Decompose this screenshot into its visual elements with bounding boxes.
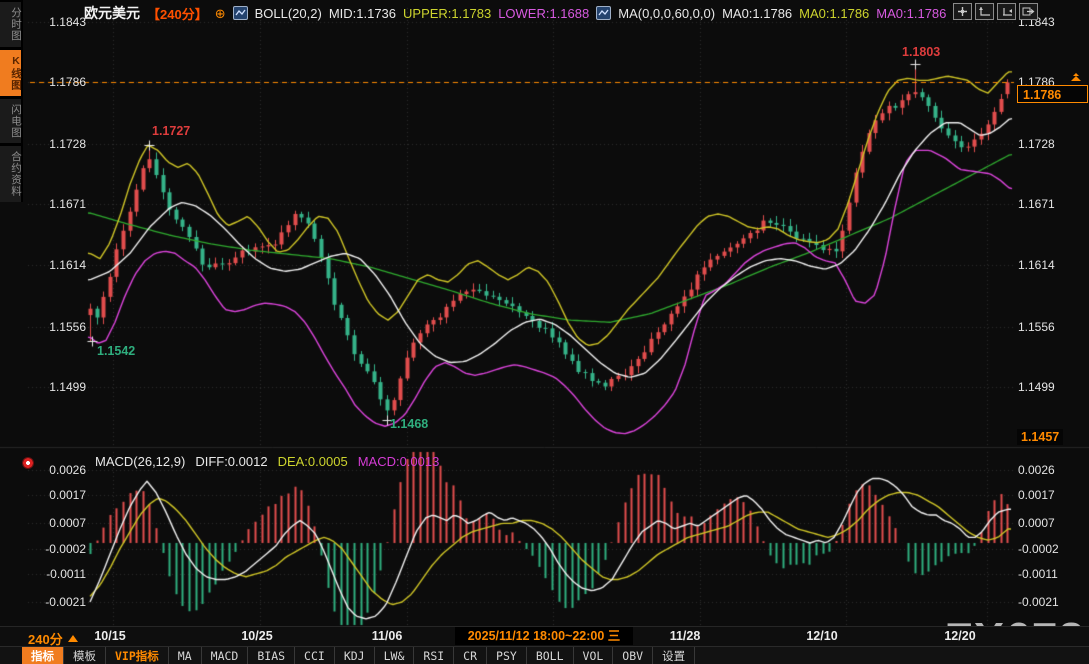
boll-upper-value: UPPER:1.1783 [403,6,491,21]
xaxis-tick-label: 10/15 [94,629,125,643]
indicator-toolbar: 指标模板VIP指标MAMACDBIASCCIKDJLW&RSICRPSYBOLL… [0,646,1089,664]
low-price-annotation: 1.1468 [390,417,428,431]
chart-app: 分时图 K线图闪电图合约资料 欧元美元 【240分】 ⊕ BOLL(20,2) M… [0,0,1089,664]
toolbar-item-14[interactable]: VOL [574,647,614,664]
macd-axis-label: -0.0002 [45,542,86,556]
selected-bar-time: 2025/11/12 18:00~22:00 三 [455,627,633,645]
ma0-value-3: MA0:1.1786 [876,6,946,21]
period-label: 【240分】 [147,4,208,23]
sidebar-tab-4[interactable]: 合约资料 [0,146,21,202]
price-chart-canvas[interactable] [0,0,1089,664]
macd-left-axis: 0.0026 0.0017 0.0007 -0.0002 -0.0011 -0.0021 [26,0,86,625]
toolbar-item-8[interactable]: KDJ [335,647,375,664]
xaxis-tick-label: 11/06 [372,629,403,643]
macd-axis-label: 0.0026 [1018,463,1055,477]
chart-toolbox [953,3,1038,20]
add-indicator-icon[interactable]: ⊕ [215,7,226,20]
ma0-value-2: MA0:1.1786 [799,6,869,21]
chart-header: 欧元美元 【240分】 ⊕ BOLL(20,2) MID:1.1736 UPPE… [84,3,946,23]
toolbar-item-16[interactable]: 设置 [653,647,695,664]
ma-label: MA(0,0,0,60,0,0) [618,6,715,21]
toolbar-item-12[interactable]: PSY [487,647,527,664]
xaxis-tick-label: 12/20 [944,629,975,643]
toolbar-item-7[interactable]: CCI [295,647,335,664]
sidebar-tab-3[interactable]: 闪电图 [0,99,21,144]
macd-axis-label: -0.0021 [1018,595,1059,609]
macd-header: MACD(26,12,9) DIFF:0.0012 DEA:0.0005 MAC… [95,454,439,469]
pane-export-icon[interactable] [1019,3,1038,20]
period-up-icon [68,635,78,642]
toolbar-item-9[interactable]: LW& [375,647,415,664]
toolbar-item-11[interactable]: CR [454,647,487,664]
macd-axis-label: 0.0026 [49,463,86,477]
low-price-annotation: 1.1542 [97,344,135,358]
toolbar-item-6[interactable]: BIAS [248,647,295,664]
macd-params-label: MACD(26,12,9) [95,454,185,469]
ma0-value-1: MA0:1.1786 [722,6,792,21]
toolbar-item-13[interactable]: BOLL [527,647,574,664]
high-price-annotation: 1.1803 [902,45,940,59]
macd-axis-label: 0.0017 [1018,488,1055,502]
sidebar-tab-2[interactable]: K线图 [0,50,21,96]
macd-axis-label: -0.0011 [46,567,86,581]
boll-mid-value: MID:1.1736 [329,6,396,21]
xaxis-tick-label: 12/10 [806,629,837,643]
sidebar-tab-1[interactable]: 分时图 [0,2,21,47]
toolbar-item-15[interactable]: OBV [613,647,653,664]
macd-axis-label: -0.0002 [1018,542,1059,556]
xaxis-tick-label: 10/25 [241,629,272,643]
toolbar-item-10[interactable]: RSI [414,647,454,664]
macd-axis-label: 0.0007 [49,516,86,530]
macd-dea-value: DEA:0.0005 [278,454,348,469]
scroll-to-latest-icon[interactable] [1071,72,1081,81]
ma-indicator-icon[interactable] [596,6,611,20]
indicator-settings-icon[interactable] [22,457,34,469]
symbol-name: 欧元美元 [84,3,140,23]
high-price-annotation: 1.1727 [152,124,190,138]
macd-axis-label: 0.0017 [49,488,86,502]
toolbar-item-3[interactable]: VIP指标 [106,647,169,664]
boll-indicator-icon[interactable] [233,6,248,20]
toolbar-item-2[interactable]: 模板 [64,647,106,664]
macd-macd-value: MACD:0.0013 [358,454,440,469]
axis-scale-right-icon[interactable] [997,3,1016,20]
current-price-badge: 1.1786 [1017,85,1088,103]
toolbar-item-5[interactable]: MACD [202,647,249,664]
macd-diff-value: DIFF:0.0012 [195,454,267,469]
xaxis-tick-label: 11/28 [670,629,701,643]
macd-axis-label: -0.0011 [1018,567,1058,581]
boll-label: BOLL(20,2) [255,6,322,21]
toolbar-item-1[interactable]: 指标 [22,647,64,664]
crosshair-move-icon[interactable] [953,3,972,20]
macd-axis-label: -0.0021 [45,595,86,609]
axis-scale-left-icon[interactable] [975,3,994,20]
macd-axis-label: 0.0007 [1018,516,1055,530]
sidebar: 分时图 K线图闪电图合约资料 [0,0,23,202]
session-low-label: 1.1457 [1017,429,1063,445]
toolbar-item-4[interactable]: MA [169,647,202,664]
boll-lower-value: LOWER:1.1688 [498,6,589,21]
